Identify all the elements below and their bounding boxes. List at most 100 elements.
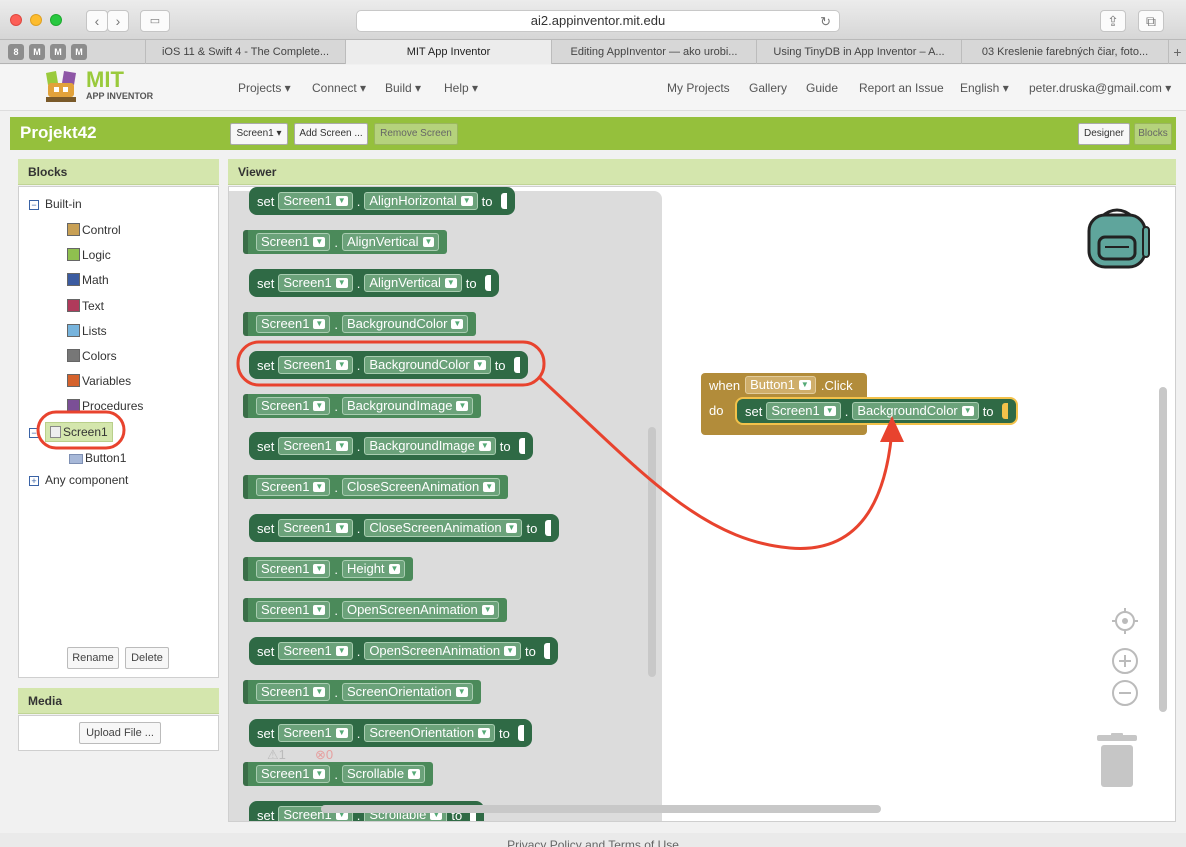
get-openscreenanimation-block[interactable]: Screen1 ▼. OpenScreenAnimation ▼ — [243, 598, 507, 622]
component-dropdown[interactable]: Screen1 ▼ — [256, 233, 331, 251]
set-openscreenanimation-block[interactable]: set Screen1 ▼. OpenScreenAnimation ▼ to — [249, 637, 558, 665]
property-dropdown[interactable]: CloseScreenAnimation ▼ — [364, 519, 523, 537]
privacy-link[interactable]: Privacy Policy and Terms of Use — [507, 838, 679, 847]
upload-file-button[interactable]: Upload File ... — [79, 722, 161, 744]
set-backgroundcolor-block[interactable]: set Screen1 ▼. BackgroundColor ▼ to — [249, 351, 528, 379]
property-dropdown[interactable]: AlignVertical ▼ — [341, 233, 440, 251]
property-dropdown[interactable]: BackgroundColor ▼ — [852, 402, 979, 420]
drawer-math[interactable]: Math — [67, 273, 109, 287]
component-dropdown[interactable]: Screen1 ▼ — [278, 519, 353, 537]
menu-connect[interactable]: Connect ▾ — [312, 81, 366, 95]
component-dropdown[interactable]: Screen1 ▼ — [278, 192, 353, 210]
link-my-projects[interactable]: My Projects — [667, 81, 730, 95]
trash-icon[interactable] — [1095, 733, 1139, 789]
pinned-tab[interactable]: M — [71, 44, 87, 60]
pinned-tab[interactable]: 8 — [8, 44, 24, 60]
drawer-colors[interactable]: Colors — [67, 349, 117, 363]
flyout-scrollbar[interactable] — [648, 427, 656, 677]
screen-dropdown[interactable]: Screen1 ▾ — [230, 123, 288, 145]
property-dropdown[interactable]: BackgroundColor ▼ — [364, 356, 491, 374]
component-dropdown[interactable]: Screen1 ▼ — [766, 402, 841, 420]
reload-icon[interactable]: ↻ — [820, 12, 831, 32]
property-dropdown[interactable]: AlignVertical ▼ — [364, 274, 462, 292]
new-tab-button[interactable]: + — [1168, 40, 1186, 64]
back-button[interactable]: ‹ — [86, 10, 108, 32]
collapse-icon[interactable]: − — [29, 428, 39, 438]
browser-tab[interactable]: Editing AppInventor — ako urobi... — [551, 40, 756, 64]
browser-tab[interactable]: iOS 11 & Swift 4 - The Complete... — [145, 40, 345, 64]
component-dropdown[interactable]: Screen1 ▼ — [256, 683, 331, 701]
get-height-block[interactable]: Screen1 ▼. Height ▼ — [243, 557, 414, 581]
pinned-tab[interactable]: M — [50, 44, 66, 60]
drawer-variables[interactable]: Variables — [67, 374, 131, 388]
get-alignvertical-block[interactable]: Screen1 ▼. AlignVertical ▼ — [243, 230, 448, 254]
component-dropdown[interactable]: Screen1 ▼ — [256, 478, 331, 496]
set-backgroundimage-block[interactable]: set Screen1 ▼. BackgroundImage ▼ to — [249, 432, 533, 460]
tree-builtin[interactable]: − Built-in — [29, 197, 82, 211]
get-scrollable-block[interactable]: Screen1 ▼. Scrollable ▼ — [243, 762, 433, 786]
forward-button[interactable]: › — [107, 10, 129, 32]
collapse-icon[interactable]: − — [29, 200, 39, 210]
zoom-out-icon[interactable] — [1111, 679, 1139, 707]
input-socket[interactable] — [517, 725, 524, 741]
component-dropdown[interactable]: Screen1 ▼ — [256, 601, 331, 619]
input-socket[interactable] — [543, 643, 550, 659]
get-screenorientation-block[interactable]: Screen1 ▼. ScreenOrientation ▼ — [243, 680, 481, 704]
set-screenorientation-block[interactable]: set Screen1 ▼. ScreenOrientation ▼ to — [249, 719, 532, 747]
zoom-in-icon[interactable] — [1111, 647, 1139, 675]
browser-tab[interactable]: Using TinyDB in App Inventor – A... — [756, 40, 961, 64]
input-socket[interactable] — [518, 438, 525, 454]
link-guide[interactable]: Guide — [806, 81, 838, 95]
tree-screen1[interactable]: − Screen1 — [29, 422, 113, 442]
expand-icon[interactable]: + — [29, 476, 39, 486]
set-backgroundcolor-block-placed[interactable]: set Screen1 ▼ . BackgroundColor ▼ to — [735, 397, 1018, 425]
component-dropdown[interactable]: Screen1 ▼ — [278, 356, 353, 374]
zoom-window-button[interactable] — [50, 14, 62, 26]
drawer-text[interactable]: Text — [67, 299, 104, 313]
input-socket[interactable] — [484, 275, 491, 291]
menu-build[interactable]: Build ▾ — [385, 81, 421, 95]
blocks-button[interactable]: Blocks — [1134, 123, 1172, 145]
designer-button[interactable]: Designer — [1078, 123, 1130, 145]
input-socket[interactable] — [545, 520, 552, 536]
link-report-issue[interactable]: Report an Issue — [859, 81, 944, 95]
property-dropdown[interactable]: Height ▼ — [341, 560, 406, 578]
property-dropdown[interactable]: BackgroundImage ▼ — [341, 397, 474, 415]
screen1-selected[interactable]: Screen1 — [45, 422, 113, 442]
delete-button[interactable]: Delete — [125, 647, 169, 669]
component-dropdown[interactable]: Screen1 ▼ — [278, 724, 353, 742]
browser-tab[interactable]: 03 Kreslenie farebných čiar, foto... — [961, 40, 1168, 64]
show-tabs-button[interactable]: ⧉ — [1138, 10, 1164, 32]
drawer-lists[interactable]: Lists — [67, 324, 107, 338]
property-dropdown[interactable]: CloseScreenAnimation ▼ — [341, 478, 501, 496]
menu-account[interactable]: peter.druska@gmail.com ▾ — [1029, 81, 1171, 95]
error-indicator[interactable]: ⊗0 — [315, 747, 333, 763]
property-dropdown[interactable]: OpenScreenAnimation ▼ — [364, 642, 522, 660]
backpack-icon[interactable] — [1083, 205, 1151, 269]
property-dropdown[interactable]: OpenScreenAnimation ▼ — [341, 601, 499, 619]
add-screen-button[interactable]: Add Screen ... — [294, 123, 368, 145]
pinned-tab[interactable]: M — [29, 44, 45, 60]
component-dropdown[interactable]: Screen1 ▼ — [278, 274, 353, 292]
menu-help[interactable]: Help ▾ — [444, 81, 478, 95]
warning-indicator[interactable]: ⚠1 — [267, 747, 286, 763]
set-alignhorizontal-block[interactable]: set Screen1 ▼. AlignHorizontal ▼ to — [249, 187, 515, 215]
tree-any-component[interactable]: + Any component — [29, 473, 128, 487]
component-dropdown[interactable]: Screen1 ▼ — [278, 437, 353, 455]
tree-button1[interactable]: Button1 — [69, 451, 126, 465]
app-inventor-logo-icon[interactable] — [40, 69, 82, 105]
input-socket[interactable] — [500, 193, 507, 209]
remove-screen-button[interactable]: Remove Screen — [374, 123, 458, 145]
recenter-icon[interactable] — [1111, 607, 1139, 635]
component-dropdown[interactable]: Screen1 ▼ — [256, 315, 331, 333]
get-backgroundimage-block[interactable]: Screen1 ▼. BackgroundImage ▼ — [243, 394, 482, 418]
browser-tab-active[interactable]: MIT App Inventor — [345, 40, 551, 64]
menu-language[interactable]: English ▾ — [960, 81, 1009, 95]
component-dropdown[interactable]: Screen1 ▼ — [256, 397, 331, 415]
input-socket[interactable] — [513, 357, 520, 373]
set-alignvertical-block[interactable]: set Screen1 ▼. AlignVertical ▼ to — [249, 269, 499, 297]
property-dropdown[interactable]: Scrollable ▼ — [341, 765, 425, 783]
sidebar-toggle-button[interactable]: ▭ — [140, 10, 170, 32]
blocks-workspace[interactable]: set Screen1 ▼. AlignHorizontal ▼ to Screen1 ▼. A… — [228, 186, 1176, 822]
link-gallery[interactable]: Gallery — [749, 81, 787, 95]
